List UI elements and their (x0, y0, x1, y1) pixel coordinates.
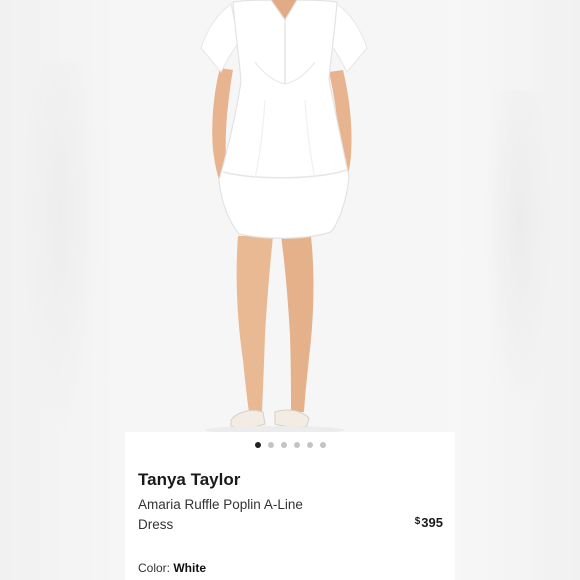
price-currency: $ (414, 516, 421, 527)
image-pagination (125, 440, 455, 450)
price-amount: 395 (421, 515, 443, 530)
dress-model-illustration (125, 0, 455, 432)
product-name[interactable]: Amaria Ruffle Poplin A-Line Dress (138, 495, 328, 535)
color-label: Color: (138, 561, 171, 575)
ghost-shape (20, 60, 100, 440)
pagination-dot-6[interactable] (319, 442, 326, 448)
product-price: $395 (415, 515, 443, 530)
product-image[interactable] (125, 0, 455, 432)
pagination-dot-2[interactable] (267, 442, 274, 448)
product-card[interactable]: Tanya Taylor Amaria Ruffle Poplin A-Line… (125, 0, 455, 580)
product-brand[interactable]: Tanya Taylor (138, 470, 240, 490)
pagination-dot-1[interactable] (254, 442, 261, 448)
pagination-dot-4[interactable] (293, 442, 300, 448)
color-value: White (173, 561, 207, 575)
pagination-dot-5[interactable] (306, 442, 313, 448)
pagination-dot-3[interactable] (280, 442, 287, 448)
ghost-shape (485, 90, 555, 420)
next-image-peek[interactable] (455, 0, 580, 580)
selected-color: Color: White (138, 561, 206, 575)
previous-image-peek[interactable] (0, 0, 125, 580)
